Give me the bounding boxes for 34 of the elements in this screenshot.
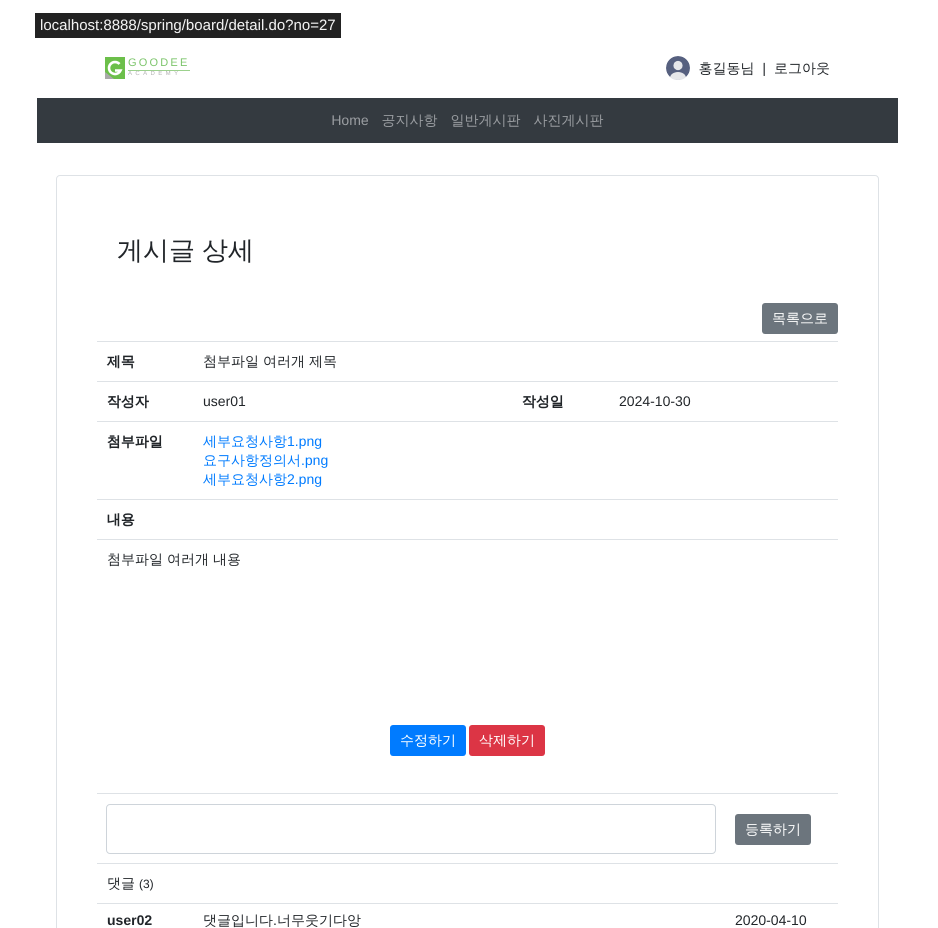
field-label: 작성자 — [106, 392, 150, 411]
comment-field[interactable] — [106, 804, 716, 854]
post-date: 2024-10-30 — [618, 392, 692, 411]
submit-button[interactable]: 등록하기 — [735, 814, 811, 844]
field-label: 제목 — [106, 352, 136, 371]
list-button[interactable]: 목록으로 — [762, 303, 838, 334]
comment-author: user02 — [106, 911, 154, 928]
post-title: 첨부파일 여러개 제목 — [202, 352, 338, 371]
attachment-link[interactable]: 세부요청사항1.png — [203, 432, 828, 451]
post-author: user01 — [202, 392, 247, 411]
edit-button[interactable]: 수정하기 — [390, 725, 466, 756]
logout-link[interactable]: 로그아웃 — [774, 58, 830, 78]
comment-text: 댓글입니다.너무웃기다앙 — [202, 911, 362, 928]
logo-icon — [105, 57, 125, 79]
nav-link[interactable]: 공지사항 — [382, 110, 438, 131]
comments-label: 댓글 — [107, 875, 135, 891]
attachment-link[interactable]: 요구사항정의서.png — [203, 451, 828, 470]
separator: | — [762, 58, 766, 78]
comment-count: (3) — [139, 877, 154, 891]
attachment-link[interactable]: 세부요청사항2.png — [203, 470, 828, 489]
nav-link[interactable]: Home — [331, 110, 369, 131]
nav-link[interactable]: 일반게시판 — [450, 110, 521, 131]
delete-button[interactable]: 삭제하기 — [469, 725, 545, 756]
field-label: 내용 — [106, 510, 136, 529]
field-label: 작성일 — [521, 392, 565, 411]
avatar-icon — [666, 56, 690, 80]
url-tooltip: localhost:8888/spring/board/detail.do?no=27 — [35, 13, 341, 38]
field-label: 첨부파일 — [106, 432, 164, 451]
comment-date: 2020-04-10 — [734, 911, 808, 928]
user-name: 홍길동님 — [698, 58, 754, 78]
page-title: 게시글 상세 — [117, 234, 256, 267]
nav-link[interactable]: 사진게시판 — [534, 110, 604, 131]
logo-wordmark: GOODEE — [128, 58, 190, 71]
post-content: 첨부파일 여러개 내용 — [107, 551, 241, 567]
